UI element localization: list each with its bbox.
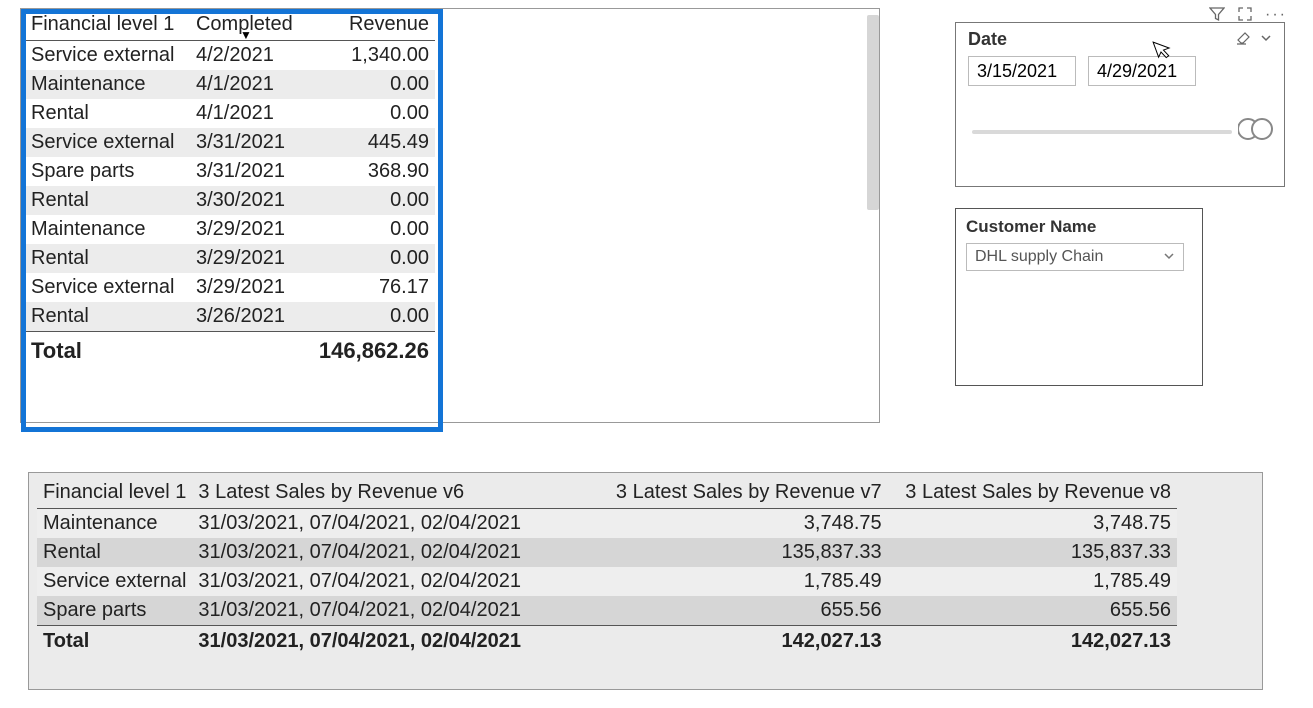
col-header-revenue[interactable]: Revenue bbox=[305, 9, 435, 41]
cell-fl1: Rental bbox=[25, 302, 190, 332]
chevron-down-icon bbox=[1163, 250, 1175, 265]
cell-fl1: Spare parts bbox=[25, 157, 190, 186]
detail-table-visual[interactable]: Financial level 1 Completed ▼ Revenue Se… bbox=[20, 8, 880, 423]
summary-table-visual[interactable]: Financial level 1 3 Latest Sales by Reve… bbox=[28, 472, 1263, 690]
cell-fl1: Maintenance bbox=[25, 215, 190, 244]
cell-revenue: 0.00 bbox=[305, 70, 435, 99]
eraser-icon[interactable] bbox=[1236, 31, 1252, 49]
summary-table: Financial level 1 3 Latest Sales by Reve… bbox=[37, 475, 1177, 657]
customer-selected-value: DHL supply Chain bbox=[975, 248, 1103, 266]
cell-revenue: 0.00 bbox=[305, 302, 435, 332]
total-v7: 142,027.13 bbox=[598, 626, 887, 658]
cell-fl1: Maintenance bbox=[25, 70, 190, 99]
cell-completed: 4/1/2021 bbox=[190, 70, 305, 99]
cell-fl1: Rental bbox=[25, 244, 190, 273]
table-row[interactable]: Service external4/2/20211,340.00 bbox=[25, 41, 435, 71]
cell-v6: 31/03/2021, 07/04/2021, 02/04/2021 bbox=[192, 567, 598, 596]
cell-completed: 3/29/2021 bbox=[190, 244, 305, 273]
cell-fl1: Service external bbox=[37, 567, 192, 596]
cell-v6: 31/03/2021, 07/04/2021, 02/04/2021 bbox=[192, 538, 598, 567]
cell-completed: 3/26/2021 bbox=[190, 302, 305, 332]
cell-revenue: 445.49 bbox=[305, 128, 435, 157]
cell-fl1: Rental bbox=[25, 99, 190, 128]
cell-revenue: 0.00 bbox=[305, 186, 435, 215]
col-header-v6[interactable]: 3 Latest Sales by Revenue v6 bbox=[192, 475, 598, 509]
date-to-input[interactable] bbox=[1088, 56, 1196, 86]
table-row[interactable]: Service external3/29/202176.17 bbox=[25, 273, 435, 302]
cell-v7: 1,785.49 bbox=[598, 567, 887, 596]
table-row[interactable]: Rental3/30/20210.00 bbox=[25, 186, 435, 215]
table-row[interactable]: Rental3/26/20210.00 bbox=[25, 302, 435, 332]
sort-desc-icon: ▼ bbox=[240, 28, 252, 42]
cell-completed: 3/31/2021 bbox=[190, 157, 305, 186]
col-header-financial-level-1[interactable]: Financial level 1 bbox=[37, 475, 192, 509]
chevron-down-icon[interactable] bbox=[1260, 31, 1272, 49]
cell-revenue: 368.90 bbox=[305, 157, 435, 186]
table-row[interactable]: Service external31/03/2021, 07/04/2021, … bbox=[37, 567, 1177, 596]
table-row[interactable]: Rental3/29/20210.00 bbox=[25, 244, 435, 273]
cell-v7: 655.56 bbox=[598, 596, 887, 626]
customer-slicer[interactable]: Customer Name DHL supply Chain bbox=[955, 208, 1203, 386]
cell-v8: 3,748.75 bbox=[888, 509, 1177, 539]
date-slicer[interactable]: Date bbox=[955, 22, 1285, 187]
cell-completed: 3/29/2021 bbox=[190, 273, 305, 302]
date-range-slider[interactable] bbox=[968, 120, 1272, 150]
total-label: Total bbox=[25, 332, 190, 371]
scrollbar-thumb[interactable] bbox=[867, 15, 879, 210]
table-row[interactable]: Service external3/31/2021445.49 bbox=[25, 128, 435, 157]
cell-v8: 655.56 bbox=[888, 596, 1177, 626]
cell-fl1: Service external bbox=[25, 128, 190, 157]
detail-table: Financial level 1 Completed ▼ Revenue Se… bbox=[25, 9, 435, 370]
cell-v6: 31/03/2021, 07/04/2021, 02/04/2021 bbox=[192, 509, 598, 539]
cell-fl1: Spare parts bbox=[37, 596, 192, 626]
cell-completed: 3/29/2021 bbox=[190, 215, 305, 244]
cell-revenue: 0.00 bbox=[305, 215, 435, 244]
customer-slicer-title: Customer Name bbox=[966, 217, 1192, 237]
col-header-financial-level-1[interactable]: Financial level 1 bbox=[25, 9, 190, 41]
cell-revenue: 0.00 bbox=[305, 99, 435, 128]
cell-fl1: Maintenance bbox=[37, 509, 192, 539]
total-value: 146,862.26 bbox=[305, 332, 435, 371]
cell-v8: 1,785.49 bbox=[888, 567, 1177, 596]
col-header-v7[interactable]: 3 Latest Sales by Revenue v7 bbox=[598, 475, 887, 509]
customer-dropdown[interactable]: DHL supply Chain bbox=[966, 243, 1184, 271]
cell-revenue: 1,340.00 bbox=[305, 41, 435, 71]
cell-v7: 3,748.75 bbox=[598, 509, 887, 539]
cell-completed: 3/30/2021 bbox=[190, 186, 305, 215]
cell-v7: 135,837.33 bbox=[598, 538, 887, 567]
cell-fl1: Rental bbox=[37, 538, 192, 567]
col-header-v8[interactable]: 3 Latest Sales by Revenue v8 bbox=[888, 475, 1177, 509]
slider-handles[interactable] bbox=[1238, 116, 1274, 142]
cell-completed: 3/31/2021 bbox=[190, 128, 305, 157]
total-label: Total bbox=[37, 626, 192, 658]
total-v8: 142,027.13 bbox=[888, 626, 1177, 658]
cell-completed: 4/2/2021 bbox=[190, 41, 305, 71]
table-row[interactable]: Rental4/1/20210.00 bbox=[25, 99, 435, 128]
table-row[interactable]: Spare parts3/31/2021368.90 bbox=[25, 157, 435, 186]
scrollbar-track[interactable] bbox=[867, 9, 879, 422]
cell-v8: 135,837.33 bbox=[888, 538, 1177, 567]
table-row[interactable]: Spare parts31/03/2021, 07/04/2021, 02/04… bbox=[37, 596, 1177, 626]
cell-fl1: Service external bbox=[25, 41, 190, 71]
slider-track[interactable] bbox=[972, 130, 1232, 134]
cell-revenue: 76.17 bbox=[305, 273, 435, 302]
table-row[interactable]: Maintenance31/03/2021, 07/04/2021, 02/04… bbox=[37, 509, 1177, 539]
cell-v6: 31/03/2021, 07/04/2021, 02/04/2021 bbox=[192, 596, 598, 626]
cell-fl1: Rental bbox=[25, 186, 190, 215]
cell-completed: 4/1/2021 bbox=[190, 99, 305, 128]
table-row[interactable]: Rental31/03/2021, 07/04/2021, 02/04/2021… bbox=[37, 538, 1177, 567]
cell-revenue: 0.00 bbox=[305, 244, 435, 273]
table-row[interactable]: Maintenance3/29/20210.00 bbox=[25, 215, 435, 244]
total-v6: 31/03/2021, 07/04/2021, 02/04/2021 bbox=[192, 626, 598, 658]
table-row[interactable]: Maintenance4/1/20210.00 bbox=[25, 70, 435, 99]
cell-fl1: Service external bbox=[25, 273, 190, 302]
date-slicer-title: Date bbox=[968, 29, 1007, 50]
col-header-completed[interactable]: Completed ▼ bbox=[190, 9, 305, 41]
date-from-input[interactable] bbox=[968, 56, 1076, 86]
